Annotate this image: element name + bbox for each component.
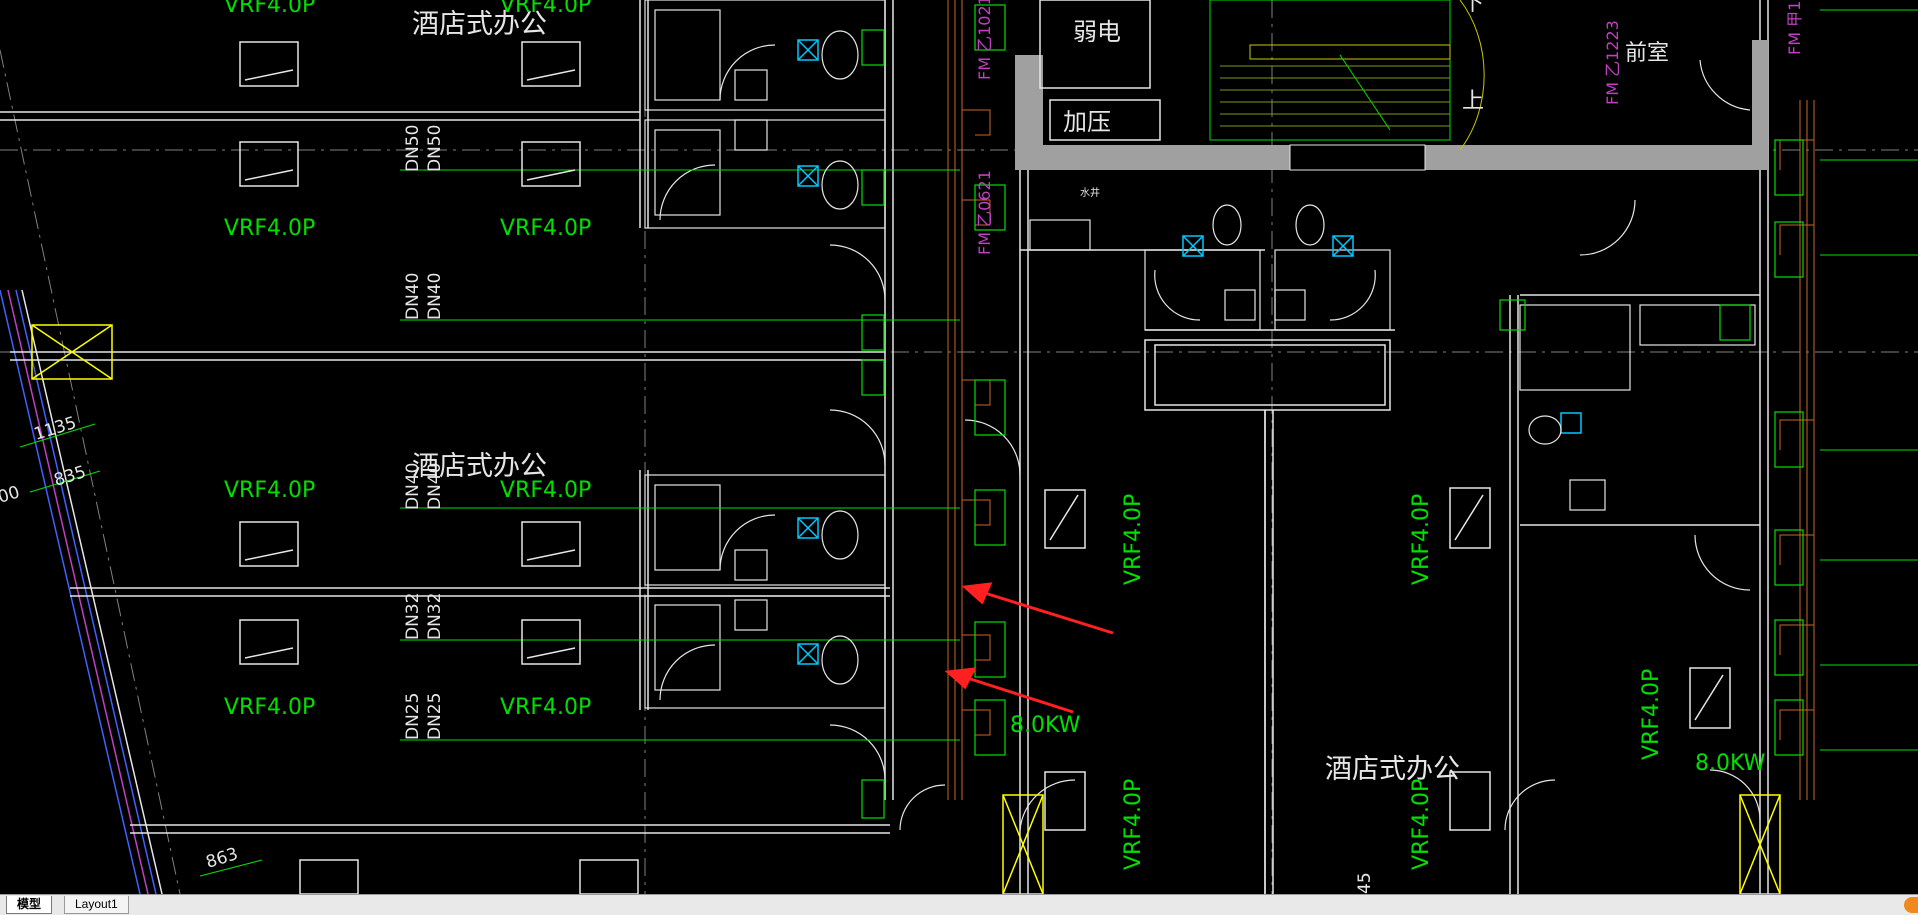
drawing-canvas[interactable]: 酒店式办公 酒店式办公 酒店式办公 弱电 加压 前室 水井 上 下 VRF4.0… [0, 0, 1918, 894]
vrf-label-vertical: VRF4.0P [1121, 779, 1146, 870]
pipe-size-label: DN32 [403, 593, 423, 640]
layout-tab-bar: 模型 Layout1 [0, 894, 1918, 915]
dimension-label: 835 [52, 462, 89, 491]
pipe-size-label: DN40 [425, 463, 445, 510]
vrf-label: VRF4.0P [500, 695, 591, 720]
vrf-label-vertical: VRF4.0P [1409, 494, 1434, 585]
app-corner-icon[interactable] [1904, 897, 1918, 913]
room-name-weak-current: 弱电 [1073, 18, 1121, 46]
tab-layout1[interactable]: Layout1 [64, 896, 129, 914]
vrf-label: VRF4.0P [500, 0, 591, 18]
room-name-hotel-office: 酒店式办公 [1325, 754, 1460, 785]
pipe-size-label: DN40 [403, 273, 423, 320]
room-name-anteroom: 前室 [1625, 41, 1669, 66]
dimension-label: 863 [204, 844, 241, 873]
vrf-label: VRF4.0P [224, 0, 315, 18]
tab-model[interactable]: 模型 [6, 896, 53, 914]
stair-label-up: 上 [1462, 89, 1484, 114]
heater-label: 8.0KW [1010, 713, 1081, 738]
pipe-size-label: DN40 [425, 273, 445, 320]
fire-door-label: FM 乙1223 [1603, 20, 1622, 105]
pipe-size-label: DN40 [403, 463, 423, 510]
stair-label-down: 下 [1462, 0, 1484, 16]
room-name-pressurization: 加压 [1063, 108, 1111, 136]
vrf-label: VRF4.0P [224, 216, 315, 241]
pipe-size-label: DN25 [403, 693, 423, 740]
vrf-label: VRF4.0P [500, 478, 591, 503]
heater-label: 8.0KW [1695, 751, 1766, 776]
dimension-label: 45 [1355, 872, 1375, 894]
fire-door-label: FM 乙0621 [975, 170, 994, 255]
dimension-label: 1135 [32, 413, 79, 445]
pipe-size-label: DN32 [425, 593, 445, 640]
dimension-label: 00 [0, 482, 22, 507]
vrf-label-vertical: VRF4.0P [1639, 669, 1664, 760]
fire-door-label: FM 乙1021 [975, 0, 994, 80]
pipe-size-label: DN25 [425, 693, 445, 740]
pipe-size-label: DN50 [425, 125, 445, 172]
vrf-label: VRF4.0P [500, 216, 591, 241]
vrf-label: VRF4.0P [224, 478, 315, 503]
pipe-size-label: DN50 [403, 125, 423, 172]
vrf-label: VRF4.0P [224, 695, 315, 720]
room-name-shaft: 水井 [1080, 186, 1100, 199]
vrf-label-vertical: VRF4.0P [1121, 494, 1146, 585]
fire-door-label: FM 甲1 [1785, 1, 1804, 55]
vrf-label-vertical: VRF4.0P [1409, 779, 1434, 870]
